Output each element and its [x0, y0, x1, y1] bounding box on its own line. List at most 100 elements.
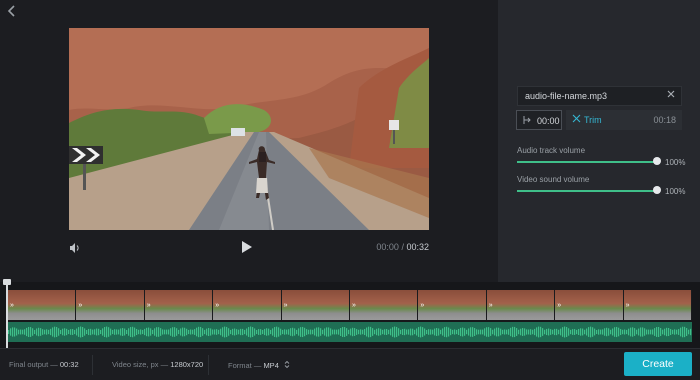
waveform-bar	[320, 328, 322, 336]
thumbnail-arrow-icon: »	[283, 302, 288, 309]
waveform-bar	[16, 328, 18, 336]
slider-handle[interactable]	[653, 157, 661, 165]
playhead-handle[interactable]	[3, 279, 11, 285]
waveform-bar	[332, 329, 334, 335]
waveform-bar	[138, 329, 140, 335]
waveform-bar	[442, 328, 444, 336]
waveform-bar	[682, 326, 684, 338]
audio-track-volume-slider[interactable]	[517, 156, 661, 168]
waveform-bar	[152, 329, 154, 335]
waveform-bar	[610, 329, 612, 335]
play-button[interactable]	[241, 240, 257, 256]
back-button[interactable]	[6, 4, 22, 20]
waveform-bar	[136, 328, 138, 336]
waveform-bar	[602, 329, 604, 335]
thumbnail-arrow-icon: »	[488, 302, 493, 309]
waveform-bar	[436, 328, 438, 336]
final-output-info: Final output — 00:32	[9, 360, 79, 369]
thumbnail-arrow-icon: »	[352, 302, 356, 309]
waveform-bar	[498, 327, 500, 337]
waveform-bar	[650, 329, 652, 335]
waveform-bar	[524, 328, 526, 336]
slider-fill	[517, 190, 657, 192]
waveform-bar	[224, 326, 226, 338]
waveform-bar	[228, 328, 230, 336]
waveform-bar	[80, 326, 82, 338]
playhead[interactable]	[6, 282, 8, 348]
waveform-bar	[448, 327, 450, 337]
waveform-bar	[614, 327, 616, 337]
waveform-bar	[372, 328, 374, 336]
waveform-bar	[192, 329, 194, 335]
trim-button[interactable]: Trim 00:18	[566, 110, 682, 130]
waveform-bar	[526, 329, 528, 335]
waveform-bar	[680, 327, 682, 337]
volume-button[interactable]	[69, 241, 83, 255]
waveform-bar	[286, 329, 288, 335]
waveform-bar	[186, 328, 188, 336]
waveform-bar	[90, 328, 92, 336]
waveform-bar	[12, 327, 14, 337]
format-selector[interactable]: Format — MP4	[228, 360, 290, 370]
bottom-bar: Final output — 00:32 Video size, px — 12…	[0, 348, 700, 380]
start-time-field[interactable]: 00:00	[516, 110, 562, 130]
waveform-bar	[504, 329, 506, 335]
waveform-bar	[416, 328, 418, 336]
video-thumbnail-strip[interactable]: » » » » » » » » » »	[8, 290, 692, 320]
create-button[interactable]: Create	[624, 352, 692, 376]
timeline-thumbnail: »	[486, 290, 556, 320]
waveform-bar	[238, 329, 240, 335]
waveform-bar	[78, 327, 80, 337]
waveform-bar	[634, 328, 636, 336]
waveform-bar	[642, 327, 644, 337]
remove-audio-button[interactable]	[667, 90, 675, 101]
thumbnail-arrow-icon: »	[625, 302, 630, 309]
waveform-bar	[98, 328, 100, 336]
timeline-thumbnail: »	[8, 290, 77, 320]
waveform-bar	[146, 327, 148, 337]
thumbnail-arrow-icon: »	[10, 302, 14, 309]
audio-file-field[interactable]: audio-file-name.mp3	[517, 86, 682, 106]
waveform-bar	[420, 326, 422, 338]
waveform-bar	[648, 329, 650, 335]
waveform-bar	[162, 329, 164, 335]
waveform-bar	[408, 329, 410, 335]
waveform-bar	[376, 328, 378, 336]
waveform-bar	[198, 326, 200, 338]
waveform-bar	[230, 329, 232, 335]
divider	[92, 355, 93, 375]
timeline-thumbnail: »	[76, 290, 145, 320]
waveform-bar	[578, 328, 580, 336]
timeline-thumbnail: »	[418, 290, 487, 320]
waveform-bar	[194, 329, 196, 335]
waveform-bar	[14, 327, 16, 337]
waveform-bar	[48, 329, 50, 335]
waveform-bar	[558, 329, 560, 335]
waveform-bar	[544, 329, 546, 335]
waveform-bar	[364, 328, 366, 336]
waveform-bar	[548, 328, 550, 336]
waveform-bar	[122, 328, 124, 336]
waveform-bar	[462, 327, 464, 337]
timeline-thumbnail: »	[213, 290, 282, 320]
waveform-bar	[668, 328, 670, 336]
waveform-bar	[118, 329, 120, 335]
waveform-bar	[200, 326, 202, 338]
waveform-bar	[646, 329, 648, 335]
waveform-bar	[304, 327, 306, 337]
waveform-bar	[226, 326, 228, 338]
waveform-bar	[574, 329, 576, 335]
start-time-value: 00:00	[537, 116, 560, 126]
waveform-bar	[308, 329, 310, 335]
audio-settings-panel	[498, 0, 700, 282]
waveform-bar	[60, 329, 62, 335]
waveform-bar	[506, 329, 508, 335]
waveform-bar	[476, 329, 478, 335]
format-value[interactable]: MP4	[263, 361, 278, 370]
slider-handle[interactable]	[653, 186, 661, 194]
video-sound-volume-slider[interactable]	[517, 185, 661, 197]
waveform-bar	[294, 328, 296, 336]
format-label: Format —	[228, 361, 262, 370]
waveform-bar	[40, 328, 42, 336]
audio-waveform[interactable]	[8, 322, 692, 342]
